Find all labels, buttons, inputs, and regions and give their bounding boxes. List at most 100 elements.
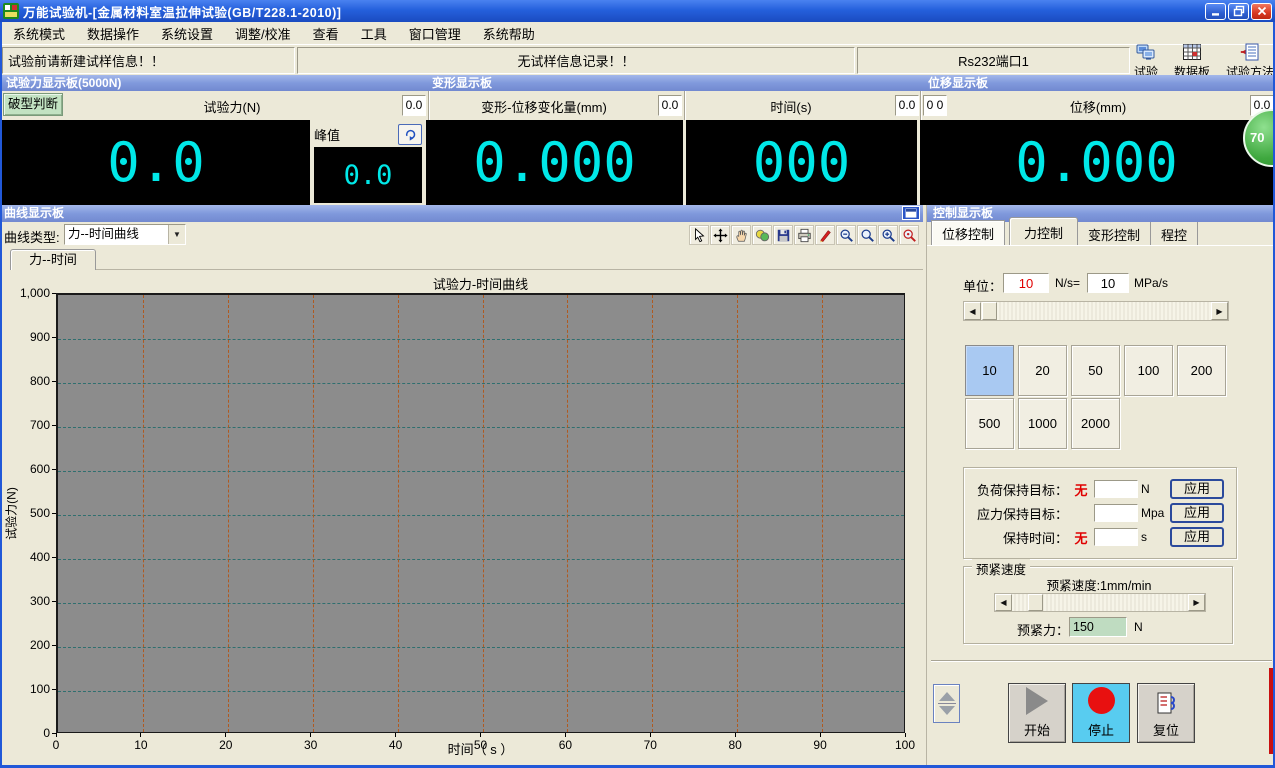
menu-item-6[interactable]: 窗口管理 bbox=[398, 21, 472, 46]
hold-value-input[interactable] bbox=[1094, 528, 1138, 546]
pretension-scrollbar[interactable]: ◀ ▶ bbox=[994, 593, 1206, 612]
y-tick-mark bbox=[52, 381, 56, 382]
v-gridline bbox=[737, 295, 738, 732]
y-tick-mark bbox=[52, 513, 56, 514]
panel-restore-icon[interactable] bbox=[902, 206, 920, 220]
tab-力控制[interactable]: 力控制 bbox=[1009, 217, 1078, 246]
x-tick-mark bbox=[310, 733, 311, 737]
speed-50-button[interactable]: 50 bbox=[1071, 345, 1120, 396]
tab-位移控制[interactable]: 位移控制 bbox=[931, 220, 1005, 246]
scroll-left-icon[interactable]: ◀ bbox=[964, 302, 981, 320]
rate-n-input[interactable] bbox=[1003, 273, 1049, 293]
hold-value-input[interactable] bbox=[1094, 504, 1138, 522]
digital-display-row: 0.0 峰值 0.0 0.000 000 0.000 bbox=[0, 120, 1275, 205]
rate-scrollbar[interactable]: ◀ ▶ bbox=[963, 301, 1229, 321]
speed-10-button[interactable]: 10 bbox=[965, 345, 1014, 396]
speed-2000-button[interactable]: 2000 bbox=[1071, 398, 1120, 449]
speed-500-button[interactable]: 500 bbox=[965, 398, 1014, 449]
save-icon[interactable] bbox=[773, 225, 793, 245]
chevron-down-icon[interactable]: ▼ bbox=[168, 225, 185, 244]
zoom-icon[interactable] bbox=[857, 225, 877, 245]
toolbar-button-databoard[interactable]: 数据板 bbox=[1174, 43, 1210, 75]
h-gridline bbox=[58, 383, 904, 384]
hand-icon[interactable] bbox=[731, 225, 751, 245]
speed-200-button[interactable]: 200 bbox=[1177, 345, 1226, 396]
y-tick-mark bbox=[52, 601, 56, 602]
speed-20-button[interactable]: 20 bbox=[1018, 345, 1067, 396]
hold-label: 保持时间： bbox=[964, 528, 1068, 547]
scroll-track[interactable] bbox=[1012, 594, 1188, 611]
pan-icon[interactable] bbox=[710, 225, 730, 245]
chart-title: 试验力-时间曲线 bbox=[56, 274, 905, 293]
pen-icon[interactable] bbox=[815, 225, 835, 245]
tab-force-time[interactable]: 力--时间 bbox=[10, 249, 96, 270]
menu-item-0[interactable]: 系统模式 bbox=[2, 21, 76, 46]
scroll-thumb[interactable] bbox=[982, 302, 997, 320]
zoom-in-icon[interactable] bbox=[878, 225, 898, 245]
y-tick-label: 800 bbox=[4, 374, 50, 388]
pretension-force-input[interactable] bbox=[1069, 617, 1127, 637]
speed-100-button[interactable]: 100 bbox=[1124, 345, 1173, 396]
scroll-right-icon[interactable]: ▶ bbox=[1211, 302, 1228, 320]
toolbar-button-test[interactable]: 试验 bbox=[1134, 43, 1158, 75]
hold-unit: Mpa bbox=[1138, 506, 1164, 520]
stop-button[interactable]: 停止 bbox=[1072, 683, 1130, 743]
speed-1000-button[interactable]: 1000 bbox=[1018, 398, 1067, 449]
zoom-out-icon[interactable] bbox=[836, 225, 856, 245]
break-detect-button[interactable]: 破型判断 bbox=[3, 93, 63, 116]
pointer-icon[interactable] bbox=[689, 225, 709, 245]
h-gridline bbox=[58, 647, 904, 648]
apply-button[interactable]: 应用 bbox=[1170, 479, 1224, 499]
menu-item-1[interactable]: 数据操作 bbox=[76, 21, 150, 46]
menu-item-4[interactable]: 查看 bbox=[302, 21, 350, 46]
hold-label: 应力保持目标： bbox=[964, 504, 1068, 523]
apply-button[interactable]: 应用 bbox=[1170, 503, 1224, 523]
scroll-thumb[interactable] bbox=[1028, 594, 1043, 611]
test-icon bbox=[1136, 43, 1156, 66]
pretension-group: 预紧速度 预紧速度:1mm/min ◀ ▶ 预紧力： N bbox=[963, 566, 1233, 644]
deform-label: 变形-位移变化量(mm) bbox=[432, 97, 656, 116]
close-button[interactable] bbox=[1251, 3, 1272, 20]
toolbar-button-method[interactable]: 试验方法 bbox=[1226, 43, 1274, 75]
plot-area[interactable] bbox=[56, 293, 905, 733]
hold-unit: N bbox=[1138, 482, 1164, 496]
y-tick-mark bbox=[52, 337, 56, 338]
y-tick-label: 900 bbox=[4, 330, 50, 344]
peak-refresh-button[interactable] bbox=[398, 124, 422, 145]
deform-display: 0.000 bbox=[426, 120, 683, 205]
menu-item-5[interactable]: 工具 bbox=[350, 21, 398, 46]
hold-row-0: 负荷保持目标：无N应用 bbox=[964, 477, 1236, 501]
curve-panel-title: 曲线显示板 bbox=[4, 206, 64, 220]
x-tick-mark bbox=[650, 733, 651, 737]
tab-变形控制[interactable]: 变形控制 bbox=[1078, 222, 1151, 246]
menu-item-3[interactable]: 调整/校准 bbox=[224, 21, 302, 46]
minimize-button[interactable] bbox=[1205, 3, 1226, 20]
h-gridline bbox=[58, 471, 904, 472]
apply-button[interactable]: 应用 bbox=[1170, 527, 1224, 547]
y-tick-mark bbox=[52, 557, 56, 558]
scroll-track[interactable] bbox=[981, 302, 1211, 320]
restore-button[interactable] bbox=[1228, 3, 1249, 20]
curve-type-select[interactable]: 力--时间曲线 ▼ bbox=[64, 224, 186, 245]
hold-value-input[interactable] bbox=[1094, 480, 1138, 498]
zoom-locate-icon[interactable] bbox=[899, 225, 919, 245]
h-gridline bbox=[58, 515, 904, 516]
h-gridline bbox=[58, 691, 904, 692]
start-button[interactable]: 开始 bbox=[1008, 683, 1066, 743]
pretension-force-label: 预紧力： bbox=[1017, 620, 1069, 639]
x-tick-mark bbox=[565, 733, 566, 737]
menu-item-2[interactable]: 系统设置 bbox=[150, 21, 224, 46]
scroll-left-icon[interactable]: ◀ bbox=[995, 594, 1012, 611]
scroll-right-icon[interactable]: ▶ bbox=[1188, 594, 1205, 611]
jog-up-down-button[interactable] bbox=[933, 684, 960, 723]
chart-tool-icons bbox=[688, 225, 919, 245]
force-display: 0.0 bbox=[2, 120, 310, 205]
y-tick-label: 200 bbox=[4, 638, 50, 652]
hold-label: 负荷保持目标： bbox=[964, 480, 1068, 499]
tab-程控[interactable]: 程控 bbox=[1151, 222, 1198, 246]
reset-button[interactable]: 复位 bbox=[1137, 683, 1195, 743]
print-icon[interactable] bbox=[794, 225, 814, 245]
points-icon[interactable] bbox=[752, 225, 772, 245]
rate-mpa-input[interactable] bbox=[1087, 273, 1129, 293]
menu-item-7[interactable]: 系统帮助 bbox=[472, 21, 546, 46]
